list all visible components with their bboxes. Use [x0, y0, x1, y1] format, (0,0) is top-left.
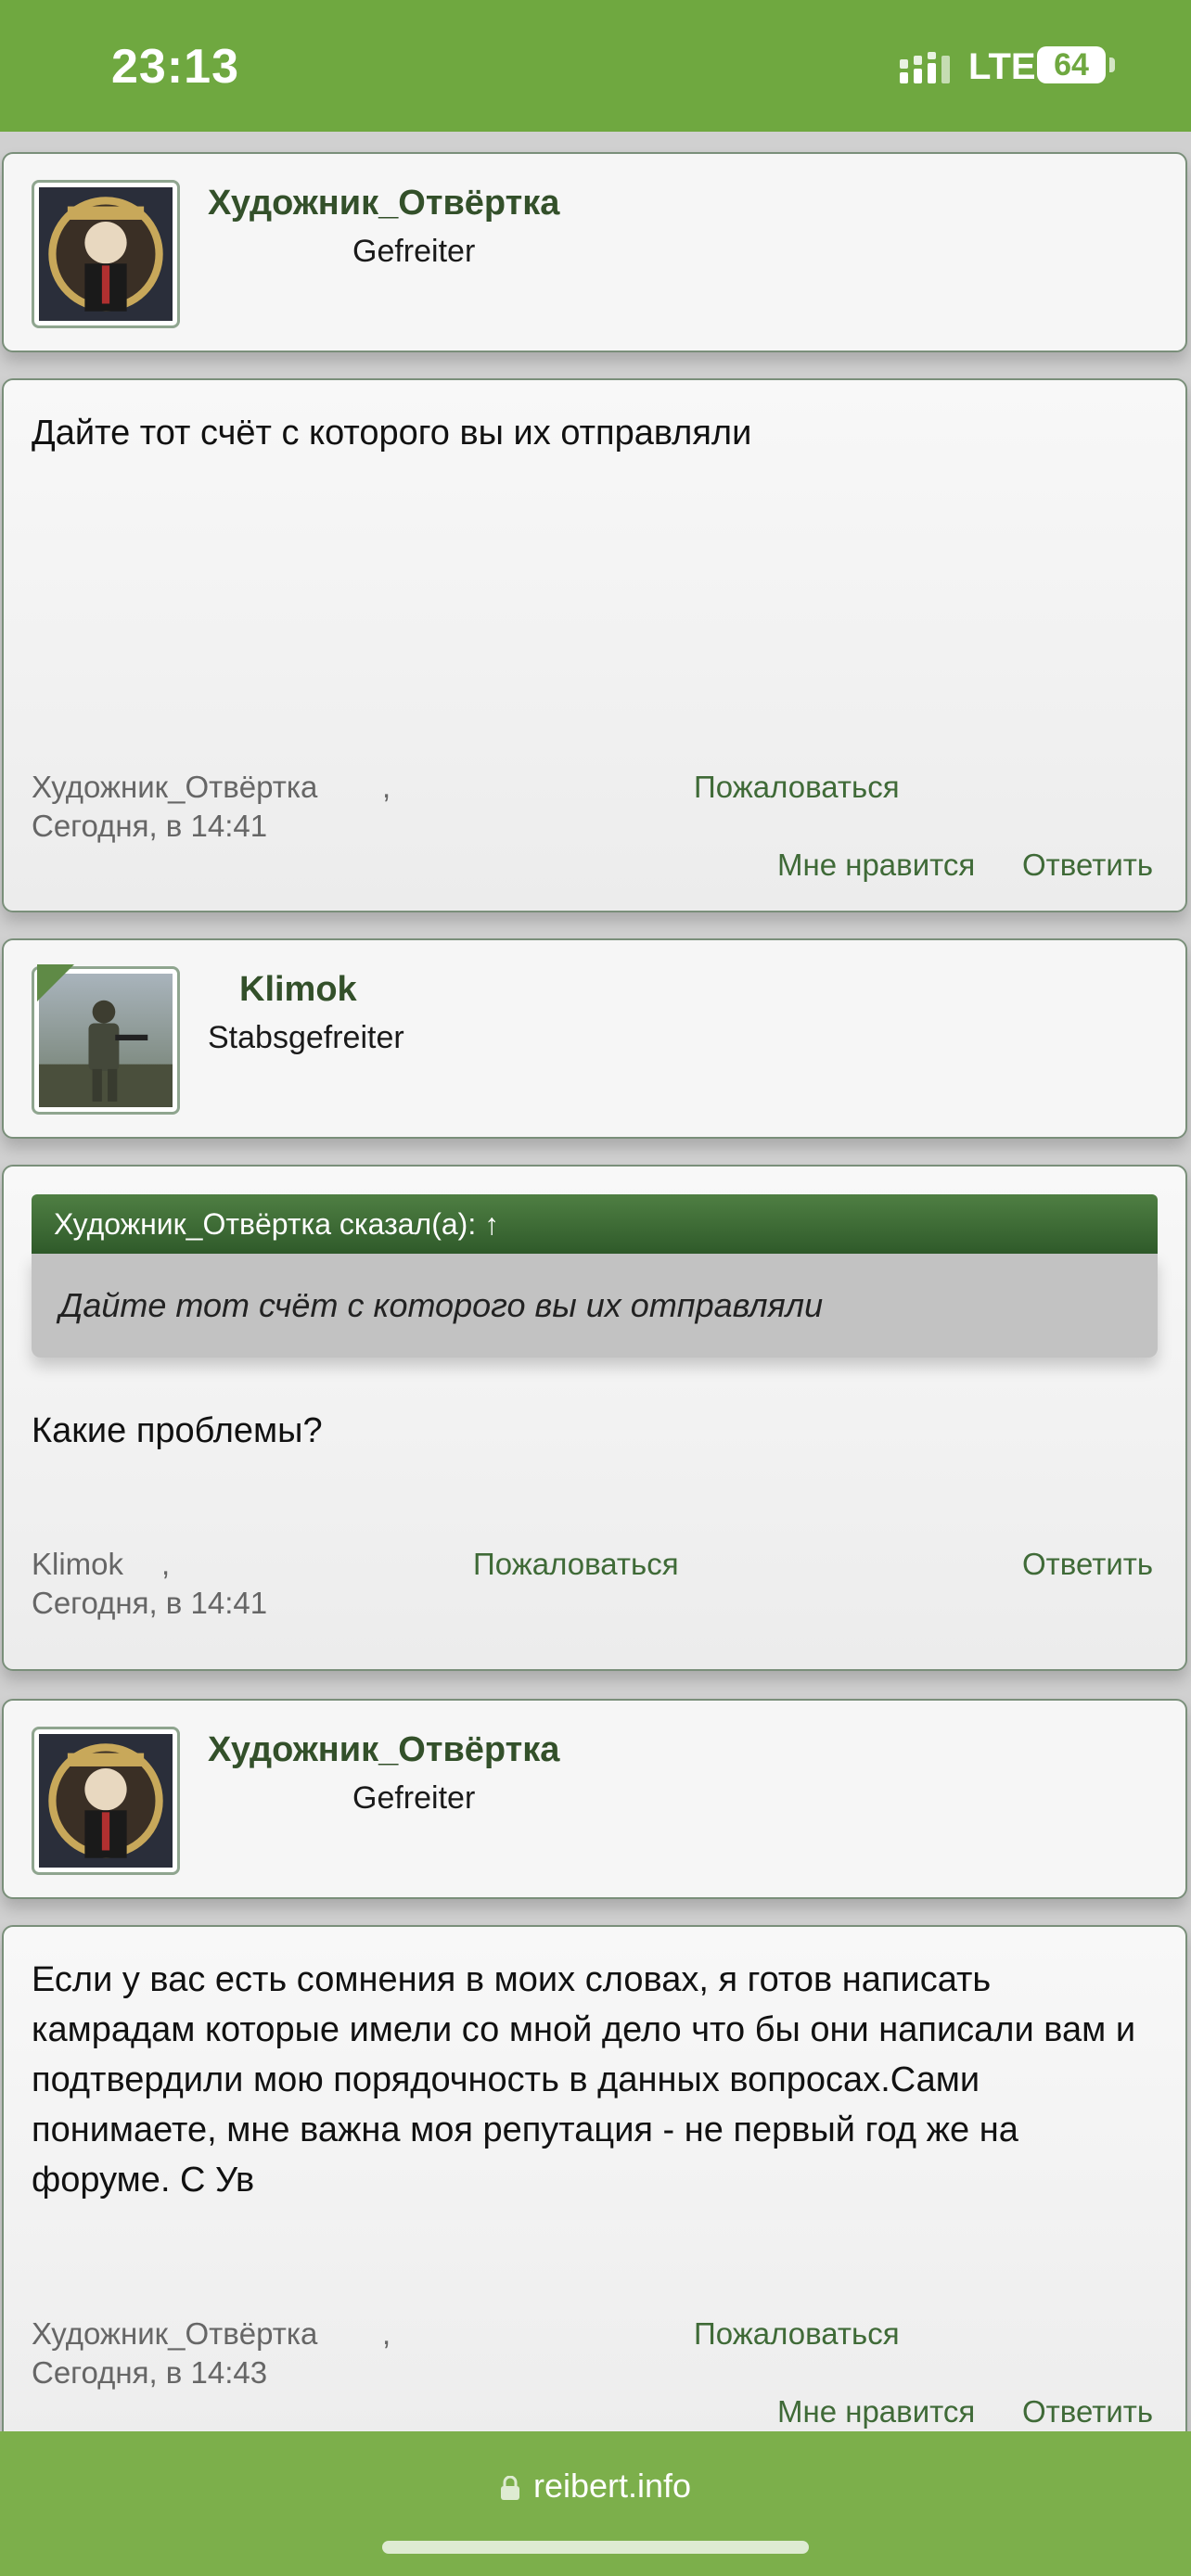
- reply-link[interactable]: Ответить: [1022, 1547, 1153, 1582]
- user-rank: Stabsgefreiter: [208, 1020, 404, 1055]
- battery-cap: [1109, 57, 1115, 72]
- post-author[interactable]: Художник_Отвёртка: [208, 184, 559, 223]
- meta-separator: ,: [382, 2316, 391, 2351]
- reply-link[interactable]: Ответить: [1022, 2394, 1153, 2429]
- post-user-card: Художник_Отвёртка Gefreiter: [2, 152, 1187, 352]
- home-indicator[interactable]: [382, 2541, 809, 2554]
- avatar-image: [39, 187, 173, 321]
- reply-link[interactable]: Ответить: [1022, 848, 1153, 883]
- like-link[interactable]: Мне нравится: [777, 2394, 975, 2429]
- signal-icon: [900, 52, 950, 83]
- report-link[interactable]: Пожаловаться: [473, 1547, 679, 1582]
- post-body: Какие проблемы?: [32, 1411, 323, 1450]
- user-rank: Gefreiter: [352, 234, 476, 269]
- status-time: 23:13: [111, 40, 239, 94]
- browser-address-bar[interactable]: reibert.info: [0, 2431, 1191, 2576]
- post-user-card: Klimok Stabsgefreiter: [2, 938, 1187, 1139]
- url-row[interactable]: reibert.info: [0, 2467, 1191, 2506]
- thread-content[interactable]: Художник_Отвёртка Gefreiter Дайте тот сч…: [0, 132, 1191, 2431]
- status-bar: 23:13 LTE 64: [0, 0, 1191, 132]
- battery-icon: 64: [1037, 46, 1106, 83]
- post-message-card: Если у вас есть сомнения в моих словах, …: [2, 1925, 1187, 2431]
- post-author[interactable]: Klimok: [239, 970, 357, 1010]
- post-date[interactable]: Сегодня, в 14:41: [32, 1586, 267, 1621]
- avatar-image: [39, 1734, 173, 1868]
- post-message-card: Дайте тот счёт с которого вы их отправля…: [2, 378, 1187, 912]
- post-body: Если у вас есть сомнения в моих словах, …: [32, 1960, 1136, 2200]
- lock-icon: [500, 2476, 519, 2501]
- url-text: reibert.info: [532, 2467, 692, 2505]
- quote-header[interactable]: Художник_Отвёртка сказал(а): ↑: [32, 1194, 1158, 1254]
- meta-author[interactable]: Klimok: [32, 1547, 123, 1582]
- meta-author[interactable]: Художник_Отвёртка: [32, 2316, 317, 2352]
- meta-separator: ,: [161, 1547, 171, 1581]
- post-user-card: Художник_Отвёртка Gefreiter: [2, 1699, 1187, 1899]
- like-link[interactable]: Мне нравится: [777, 848, 975, 883]
- avatar[interactable]: [32, 180, 180, 328]
- network-label: LTE: [968, 46, 1036, 87]
- quote-body: Дайте тот счёт с которого вы их отправля…: [32, 1254, 1158, 1358]
- user-rank: Gefreiter: [352, 1780, 476, 1816]
- post-date[interactable]: Сегодня, в 14:43: [32, 2355, 267, 2391]
- meta-separator: ,: [382, 770, 391, 804]
- battery-level: 64: [1054, 47, 1089, 83]
- post-message-card: Художник_Отвёртка сказал(а): ↑ Дайте тот…: [2, 1165, 1187, 1671]
- post-author[interactable]: Художник_Отвёртка: [208, 1730, 559, 1770]
- meta-author[interactable]: Художник_Отвёртка: [32, 770, 317, 805]
- report-link[interactable]: Пожаловаться: [694, 770, 900, 805]
- post-date[interactable]: Сегодня, в 14:41: [32, 809, 267, 844]
- avatar[interactable]: [32, 1727, 180, 1875]
- post-body: Дайте тот счёт с которого вы их отправля…: [32, 414, 752, 453]
- online-indicator-icon: [37, 964, 74, 1001]
- report-link[interactable]: Пожаловаться: [694, 2316, 900, 2352]
